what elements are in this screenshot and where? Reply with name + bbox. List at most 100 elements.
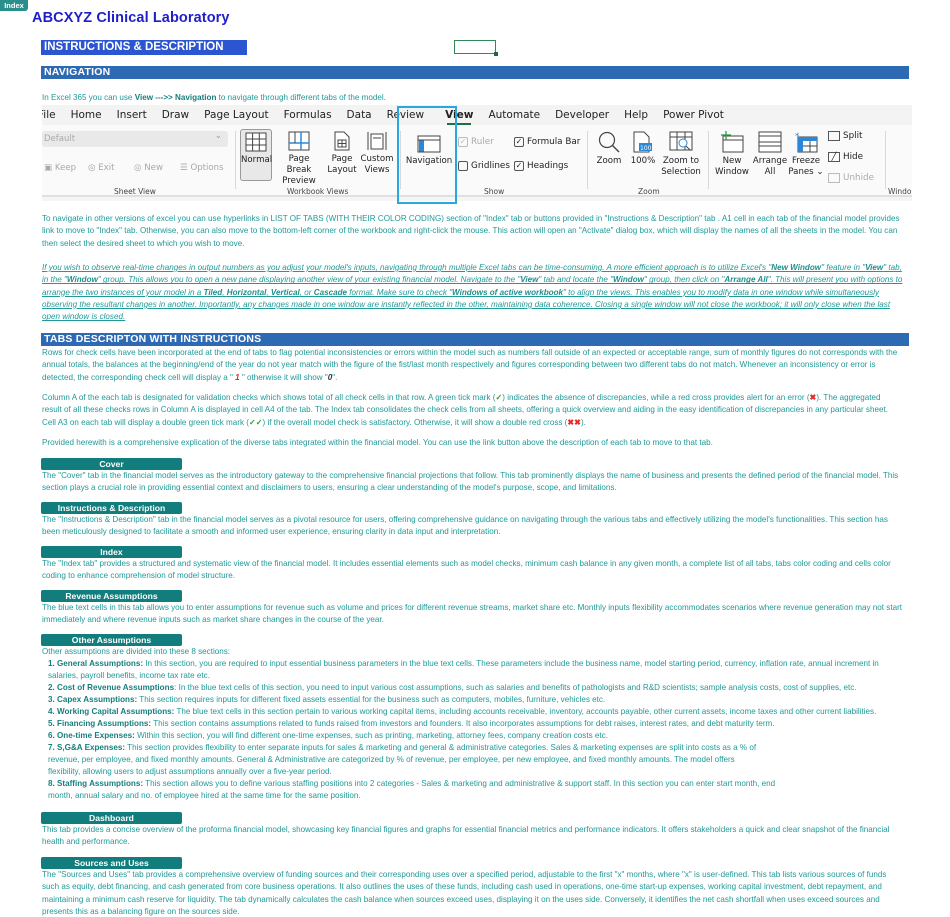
zoom-button: Zoom: [594, 131, 624, 167]
error-flag-value: 1: [232, 372, 242, 382]
keep-icon: ▣: [44, 163, 55, 173]
zoom-selection-label-2: Selection: [661, 167, 701, 177]
navigation-header: NAVIGATION: [41, 66, 909, 79]
formula-bar-label: Formula Bar: [527, 137, 581, 147]
list-item-text: This section provides flexibility to ent…: [48, 743, 757, 776]
ribbon-tabs: File Home Insert Draw Page Layout Formul…: [42, 105, 912, 125]
bold-text: Window: [613, 275, 644, 285]
list-item: 4. Working Capital Assumptions: The blue…: [48, 706, 908, 718]
list-item: 2. Cost of Revenue Assumptions: In the b…: [48, 682, 908, 694]
zoom-100-icon: 100: [633, 131, 652, 153]
list-item-text: This section contains assumptions relate…: [151, 719, 775, 728]
checkbox-icon: ✓: [458, 137, 468, 147]
bold-text: Windows of active workbook: [452, 287, 564, 297]
page-layout-icon: [334, 131, 350, 151]
list-item: 3. Capex Assumptions: This section requi…: [48, 694, 908, 706]
zoom-100-button: 100 100%: [628, 131, 658, 167]
navigation-intro: In Excel 365 you can use View --->> Navi…: [42, 92, 386, 104]
separator: [708, 131, 709, 189]
split-button: Split: [828, 131, 863, 141]
instructions-link-button[interactable]: Instructions & Description: [41, 502, 182, 514]
grid-icon: [245, 132, 267, 152]
bold-text: Window: [66, 275, 98, 285]
new-window-label: New: [722, 156, 742, 166]
gridlines-checkbox: Gridlines: [458, 161, 510, 171]
ruler-label: Ruler: [471, 137, 494, 147]
ribbon-tab-formulas: Formulas: [283, 109, 332, 121]
zoom-100-label: 100%: [630, 156, 656, 166]
bold-text: View: [520, 275, 539, 285]
page-break-icon: [288, 131, 310, 151]
text: " otherwise it will show ": [241, 372, 328, 382]
separator: [235, 131, 236, 189]
custom-views-label: Custom: [360, 154, 394, 164]
text: If you wish to observe real-time changes…: [42, 263, 772, 272]
text: , or: [299, 287, 314, 297]
text: " tab and locate the ": [538, 275, 614, 285]
column-a-paragraph: Column A of the each tab is designated f…: [42, 392, 902, 429]
custom-views-icon: [367, 132, 387, 150]
hide-button: ╱ Hide: [828, 152, 863, 162]
freeze-panes-button: * Freeze Panes ⌄: [788, 131, 824, 178]
explication-paragraph: Provided herewith is a comprehensive exp…: [42, 438, 713, 447]
ribbon-tab-help: Help: [624, 109, 649, 121]
revenue-assumptions-link-button[interactable]: Revenue Assumptions: [41, 590, 182, 602]
bold-text: View: [865, 263, 884, 272]
list-item-text: In this section, you are required to inp…: [48, 659, 879, 680]
ribbon-tab-draw: Draw: [161, 109, 190, 121]
text: " feature in ": [821, 263, 866, 272]
ribbon-body: Default ▣ Keep ◎ Exit ◎ New ☰ Options Sh…: [42, 125, 912, 197]
zoom-to-selection-button: Zoom to Selection: [660, 131, 702, 178]
page-layout-label: Page: [331, 154, 353, 164]
freeze-panes-label-2: Panes ⌄: [788, 167, 824, 177]
unhide-icon: [828, 173, 840, 183]
ribbon-tab-file: File: [42, 109, 56, 121]
page-layout-button: Page Layout: [327, 131, 357, 176]
svg-text:*: *: [795, 132, 800, 142]
text: " group, then click on ": [643, 275, 725, 285]
list-item: 8. Staffing Assumptions: This section al…: [48, 778, 788, 802]
options-icon: ☰: [180, 163, 191, 173]
intro-navigation: Navigation: [175, 93, 217, 102]
separator: [885, 131, 886, 189]
excel-ribbon-image: File Home Insert Draw Page Layout Formul…: [42, 105, 912, 201]
dashboard-link-button[interactable]: Dashboard: [41, 812, 182, 824]
instructions-description: The "Instructions & Description" tab in …: [42, 515, 888, 537]
options-label: Options: [190, 163, 224, 173]
hide-label: Hide: [843, 152, 864, 162]
double-red-cross-icon: ✖✖: [567, 417, 581, 427]
new-view-icon: ◎: [134, 163, 145, 173]
bold-text: Cascade: [313, 287, 348, 297]
index-link-button[interactable]: Index: [0, 0, 28, 11]
new-window-paragraph: If you wish to observe real-time changes…: [42, 262, 910, 323]
zoom-label: Zoom: [596, 156, 622, 166]
exit-button: ◎ Exit: [88, 163, 115, 174]
list-item-title: 7. S,G&A Expenses:: [48, 743, 126, 752]
new-label: New: [144, 163, 163, 173]
list-item-text: The blue text cells in this section pert…: [174, 707, 877, 716]
arrange-all-button: Arrange All: [752, 131, 788, 178]
text: ".: [332, 372, 338, 382]
sources-uses-link-button[interactable]: Sources and Uses: [41, 857, 182, 869]
tabs-description-header: TABS DESCRIPTON WITH INSTRUCTIONS: [41, 333, 909, 346]
double-green-tick-icon: ✓✓: [248, 417, 263, 427]
list-item-title: 3. Capex Assumptions:: [48, 695, 138, 704]
sheet-view-dropdown: Default: [42, 128, 228, 147]
zoom-selection-label: Zoom to: [662, 156, 700, 166]
other-assumptions-link-button[interactable]: Other Assumptions: [41, 634, 182, 646]
arrange-all-label-2: All: [764, 167, 776, 177]
group-sheet-view: Sheet View: [114, 187, 156, 196]
new-window-icon: [721, 131, 744, 153]
company-title: ABCXYZ Clinical Laboratory: [32, 10, 230, 26]
list-item-title: 1. General Assumptions:: [48, 659, 144, 668]
list-item-title: 5. Financing Assumptions:: [48, 719, 152, 728]
cover-link-button[interactable]: Cover: [41, 458, 182, 470]
selected-cell[interactable]: [454, 40, 498, 56]
index-tab-link-button[interactable]: Index: [41, 546, 182, 558]
list-item: 7. S,G&A Expenses: This section provides…: [48, 742, 768, 778]
ribbon-tab-home: Home: [70, 109, 102, 121]
new-sheet-view-button: ◎ New: [134, 163, 163, 174]
list-item-text: Within this section, you will find diffe…: [134, 731, 608, 740]
ruler-checkbox: ✓ Ruler: [458, 137, 494, 147]
sources-uses-description: The "Sources and Uses" tab provides a co…: [42, 870, 887, 916]
